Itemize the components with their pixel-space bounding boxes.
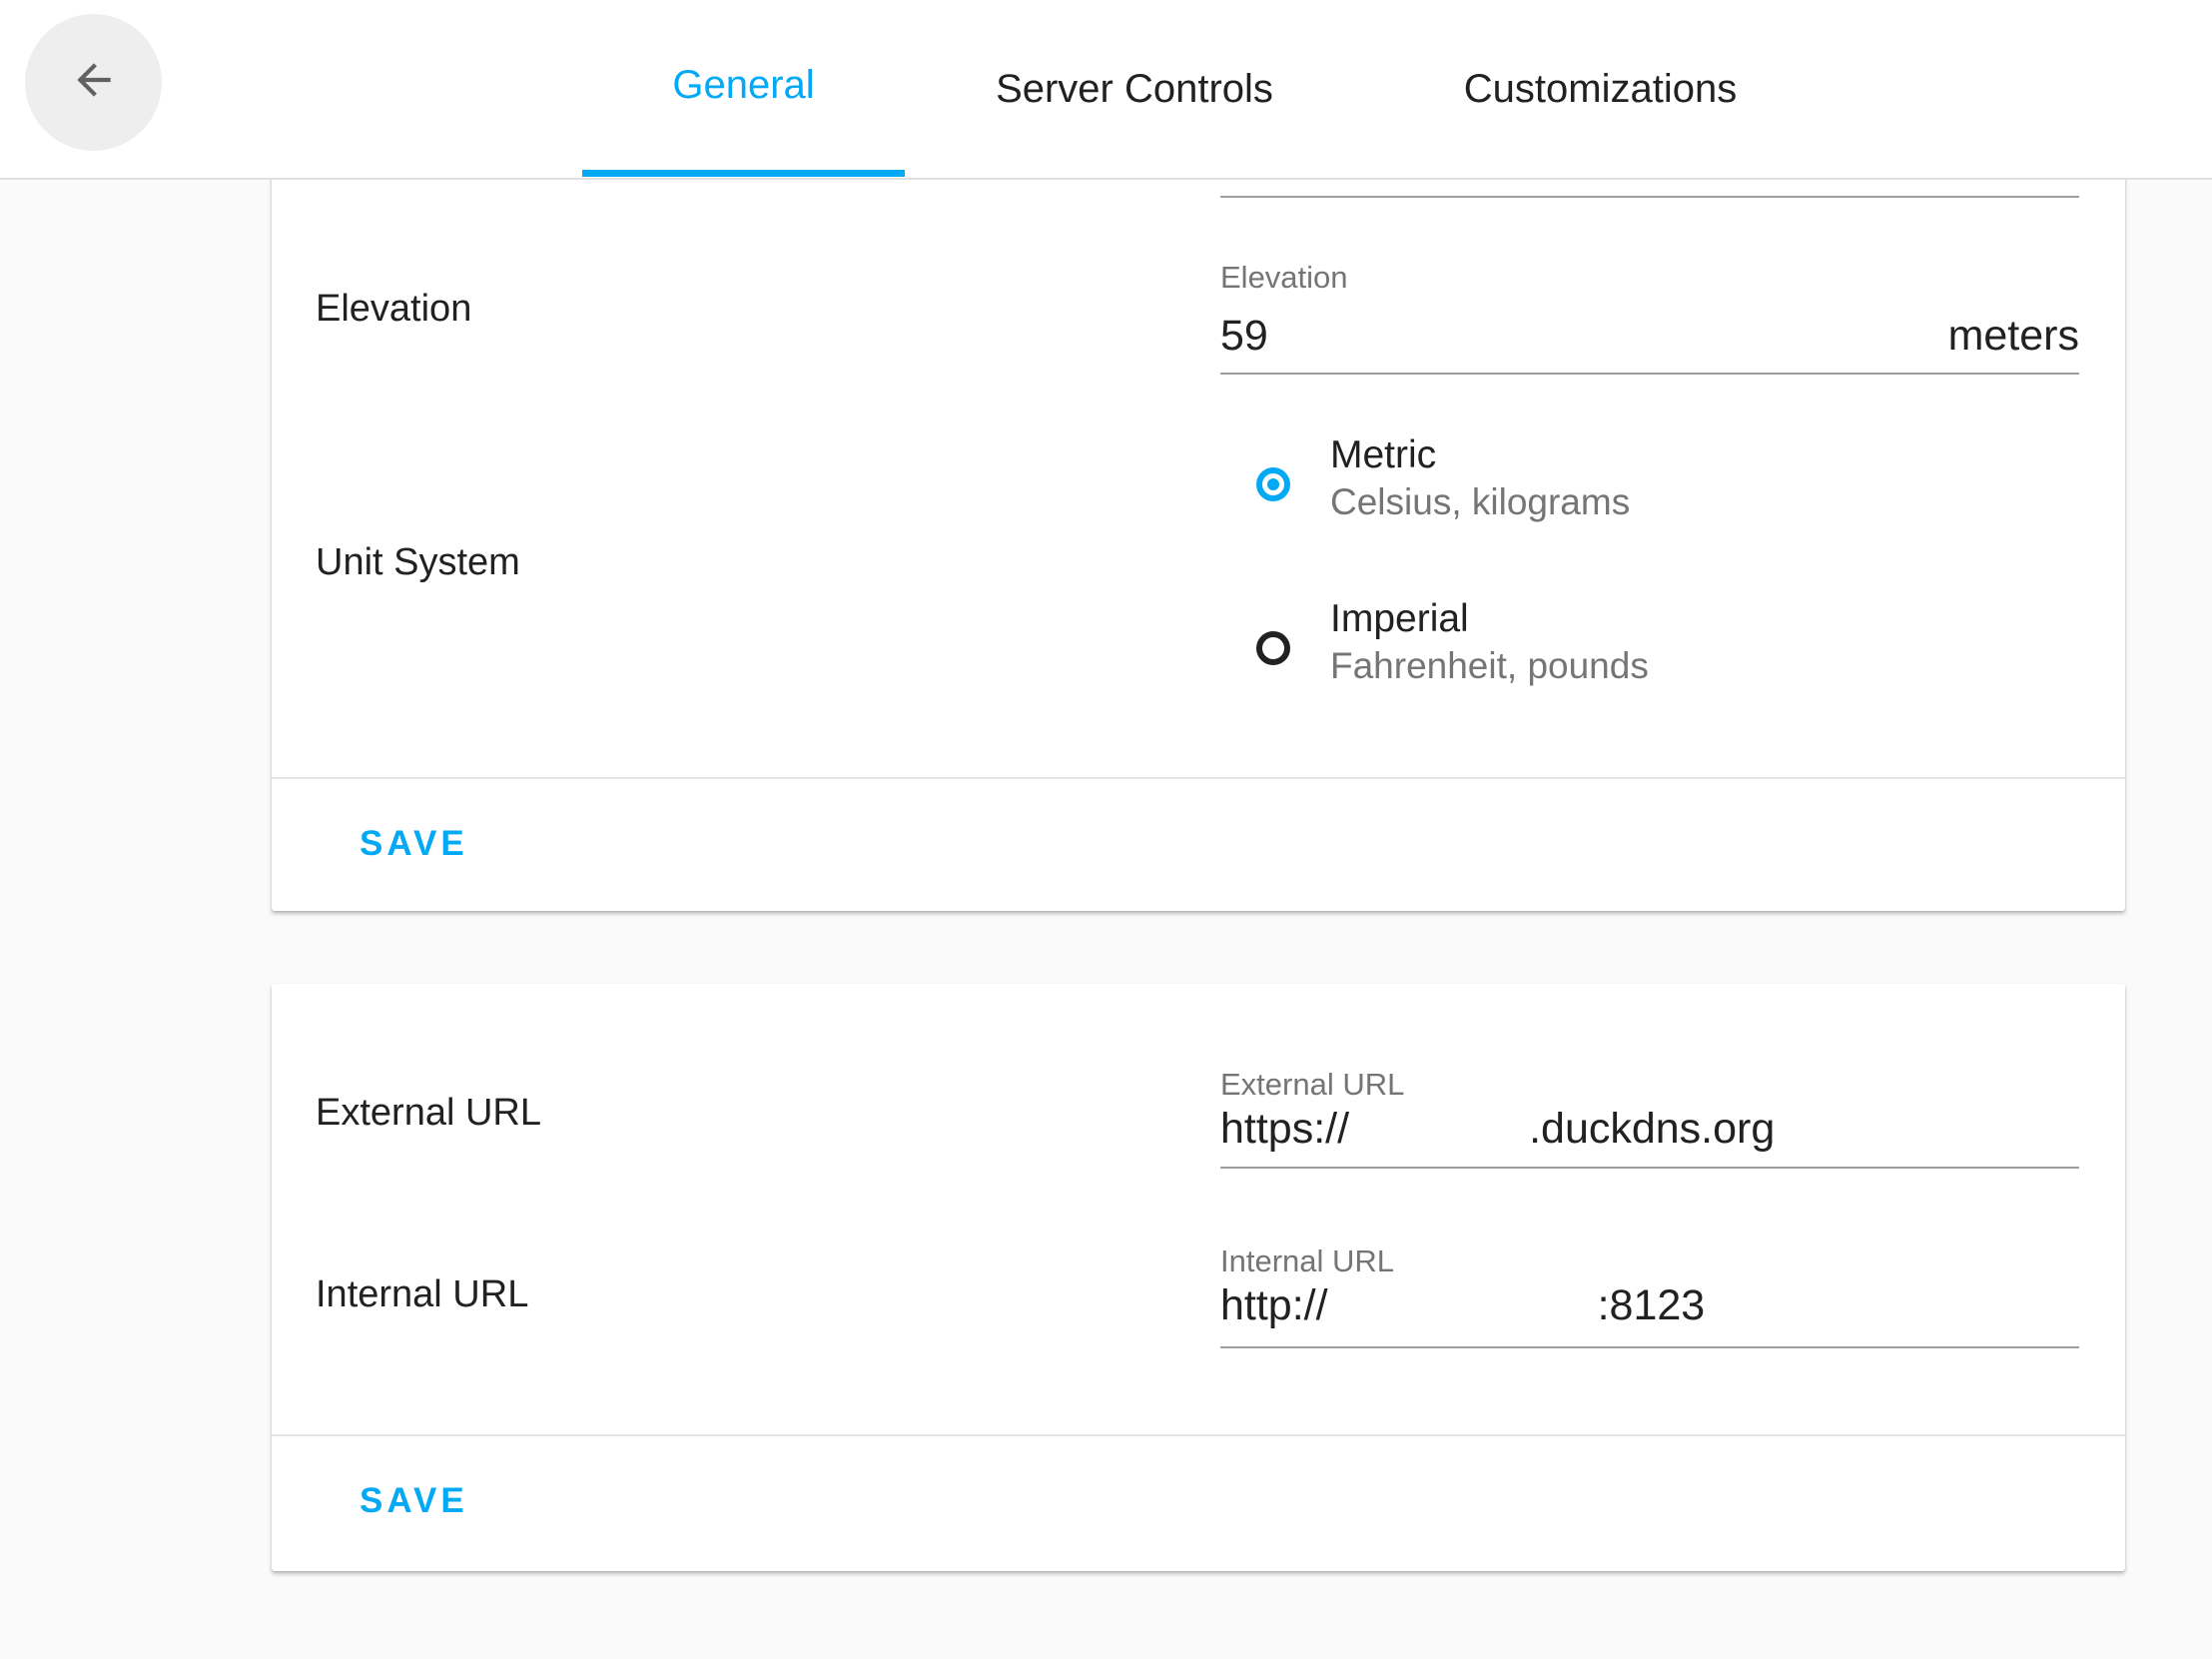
location-card: Elevation Elevation 59 meters Unit Syste…: [272, 60, 2125, 911]
top-app-bar: General Server Controls Customizations: [0, 0, 2212, 180]
internal-url-field-label: Internal URL: [1220, 1244, 1395, 1278]
imperial-option-description: Fahrenheit, pounds: [1330, 645, 1649, 686]
active-tab-indicator: [582, 170, 905, 177]
arrow-left-icon: [69, 55, 119, 110]
elevation-field-label: Elevation: [1220, 260, 1348, 295]
internal-url-redacted: [1328, 1281, 1598, 1330]
internal-url-suffix: :8123: [1597, 1281, 1706, 1329]
unit-system-row-label: Unit System: [316, 541, 520, 583]
external-url-suffix: .duckdns.org: [1529, 1105, 1776, 1153]
elevation-input[interactable]: 59 meters: [1220, 312, 2079, 361]
imperial-radio[interactable]: [1256, 631, 1290, 665]
metric-option-description: Celsius, kilograms: [1330, 481, 1631, 522]
elevation-value: 59: [1220, 312, 1268, 360]
card-actions-divider: [272, 1434, 2125, 1436]
external-url-underline: [1220, 1167, 2079, 1169]
external-url-redacted: [1349, 1105, 1529, 1154]
elevation-field[interactable]: Elevation 59 meters: [1220, 260, 2079, 439]
previous-field-underline: [1220, 196, 2079, 198]
external-url-row-label: External URL: [316, 1092, 541, 1134]
page: Elevation Elevation 59 meters Unit Syste…: [0, 0, 2212, 1659]
internal-url-field[interactable]: Internal URL http:// :8123: [1220, 1244, 2079, 1353]
metric-radio[interactable]: [1256, 467, 1290, 501]
internal-url-input[interactable]: http:// :8123: [1220, 1281, 2079, 1330]
external-url-prefix: https://: [1220, 1105, 1350, 1153]
card-actions-divider: [272, 777, 2125, 779]
tab-customizations[interactable]: Customizations: [1428, 0, 1773, 178]
imperial-option-label[interactable]: Imperial: [1330, 597, 1469, 641]
internal-url-row-label: Internal URL: [316, 1273, 529, 1315]
save-button[interactable]: SAVE: [360, 824, 468, 864]
elevation-row-label: Elevation: [316, 288, 472, 330]
tab-general[interactable]: General: [582, 0, 905, 174]
url-card: External URL External URL https:// .duck…: [272, 984, 2125, 1571]
external-url-field-label: External URL: [1220, 1067, 1405, 1102]
elevation-underline: [1220, 373, 2079, 375]
elevation-unit-suffix: meters: [1947, 312, 2079, 360]
metric-option-label[interactable]: Metric: [1330, 433, 1436, 477]
external-url-input[interactable]: https:// .duckdns.org: [1220, 1105, 2079, 1154]
internal-url-prefix: http://: [1220, 1281, 1328, 1329]
save-button[interactable]: SAVE: [360, 1481, 468, 1521]
external-url-field[interactable]: External URL https:// .duckdns.org: [1220, 1067, 2079, 1177]
back-button[interactable]: [25, 14, 162, 151]
internal-url-underline: [1220, 1346, 2079, 1348]
tab-server-controls[interactable]: Server Controls: [965, 0, 1304, 178]
